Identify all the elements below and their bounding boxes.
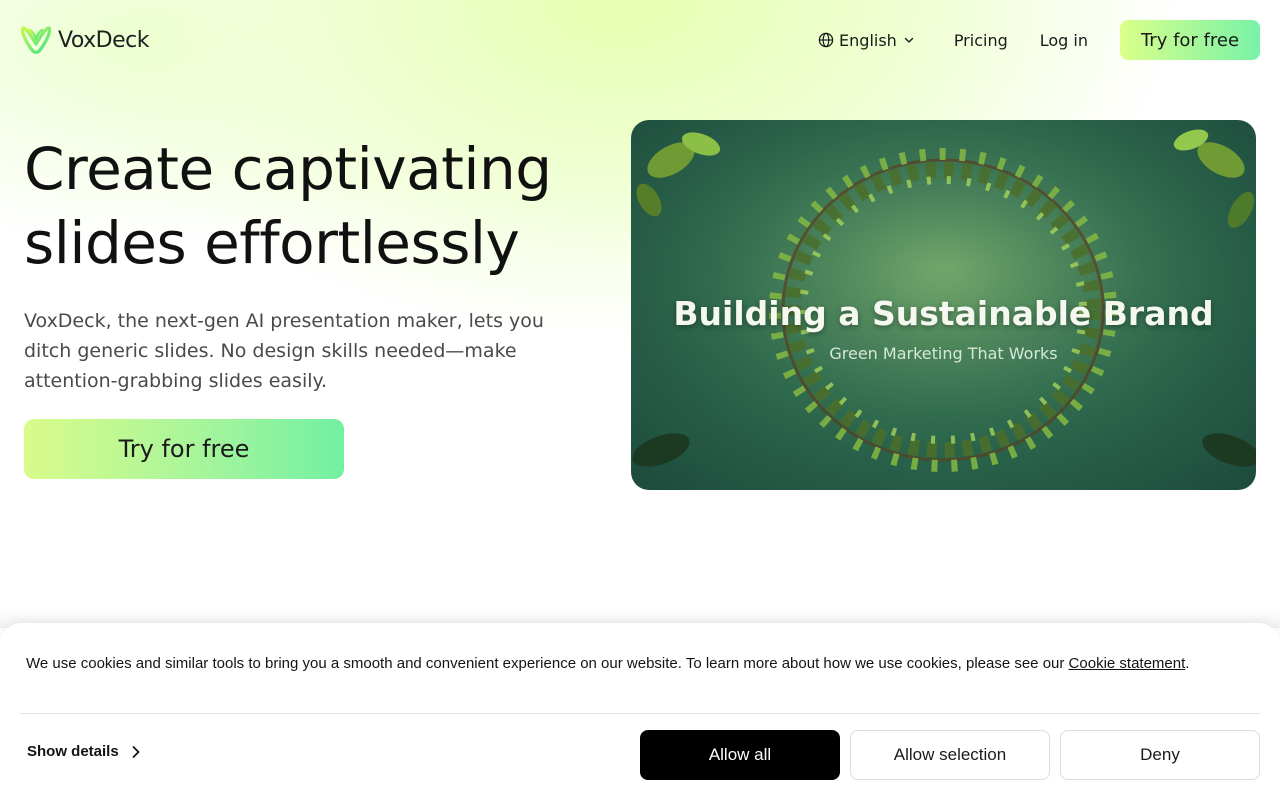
language-selector[interactable]: English	[818, 31, 920, 50]
hero-try-free-button[interactable]: Try for free	[24, 419, 344, 479]
cookie-message: We use cookies and similar tools to brin…	[26, 651, 1226, 676]
language-label: English	[839, 30, 897, 50]
hero-video-preview[interactable]: Building a Sustainable Brand Green Marke…	[631, 120, 1256, 490]
header-try-free-button[interactable]: Try for free	[1120, 20, 1260, 60]
preview-slide-subtitle: Green Marketing That Works	[829, 344, 1058, 363]
cookie-message-text: We use cookies and similar tools to brin…	[26, 655, 1069, 672]
allow-selection-button[interactable]: Allow selection	[850, 730, 1050, 780]
allow-all-button[interactable]: Allow all	[640, 730, 840, 780]
top-nav: English Pricing Log in Try for free	[818, 20, 1260, 60]
hero-title: Create captivating slides effortlessly	[24, 132, 624, 280]
pricing-link[interactable]: Pricing	[954, 31, 1008, 50]
hero-title-line-2: slides effortlessly	[24, 209, 520, 277]
show-details-toggle[interactable]: Show details	[27, 743, 141, 760]
globe-icon	[818, 32, 834, 48]
hero-description: VoxDeck, the next-gen AI presentation ma…	[24, 310, 544, 392]
login-link[interactable]: Log in	[1040, 31, 1088, 50]
voxdeck-logo-icon	[20, 26, 52, 54]
logo[interactable]: VoxDeck	[20, 24, 149, 56]
preview-slide-title: Building a Sustainable Brand	[673, 294, 1214, 333]
banner-divider	[20, 713, 1260, 714]
hero-title-line-1: Create captivating	[24, 135, 552, 203]
deny-button[interactable]: Deny	[1060, 730, 1260, 780]
chevron-down-icon	[904, 37, 914, 43]
cookie-message-end: .	[1185, 655, 1190, 672]
cookie-statement-link[interactable]: Cookie statement	[1069, 655, 1186, 672]
chevron-right-icon	[132, 745, 140, 758]
site-header: VoxDeck English Pricing Log in Try for f…	[0, 0, 1280, 80]
show-details-label: Show details	[27, 743, 119, 760]
cookie-banner: We use cookies and similar tools to brin…	[0, 623, 1280, 800]
logo-text: VoxDeck	[58, 27, 149, 53]
